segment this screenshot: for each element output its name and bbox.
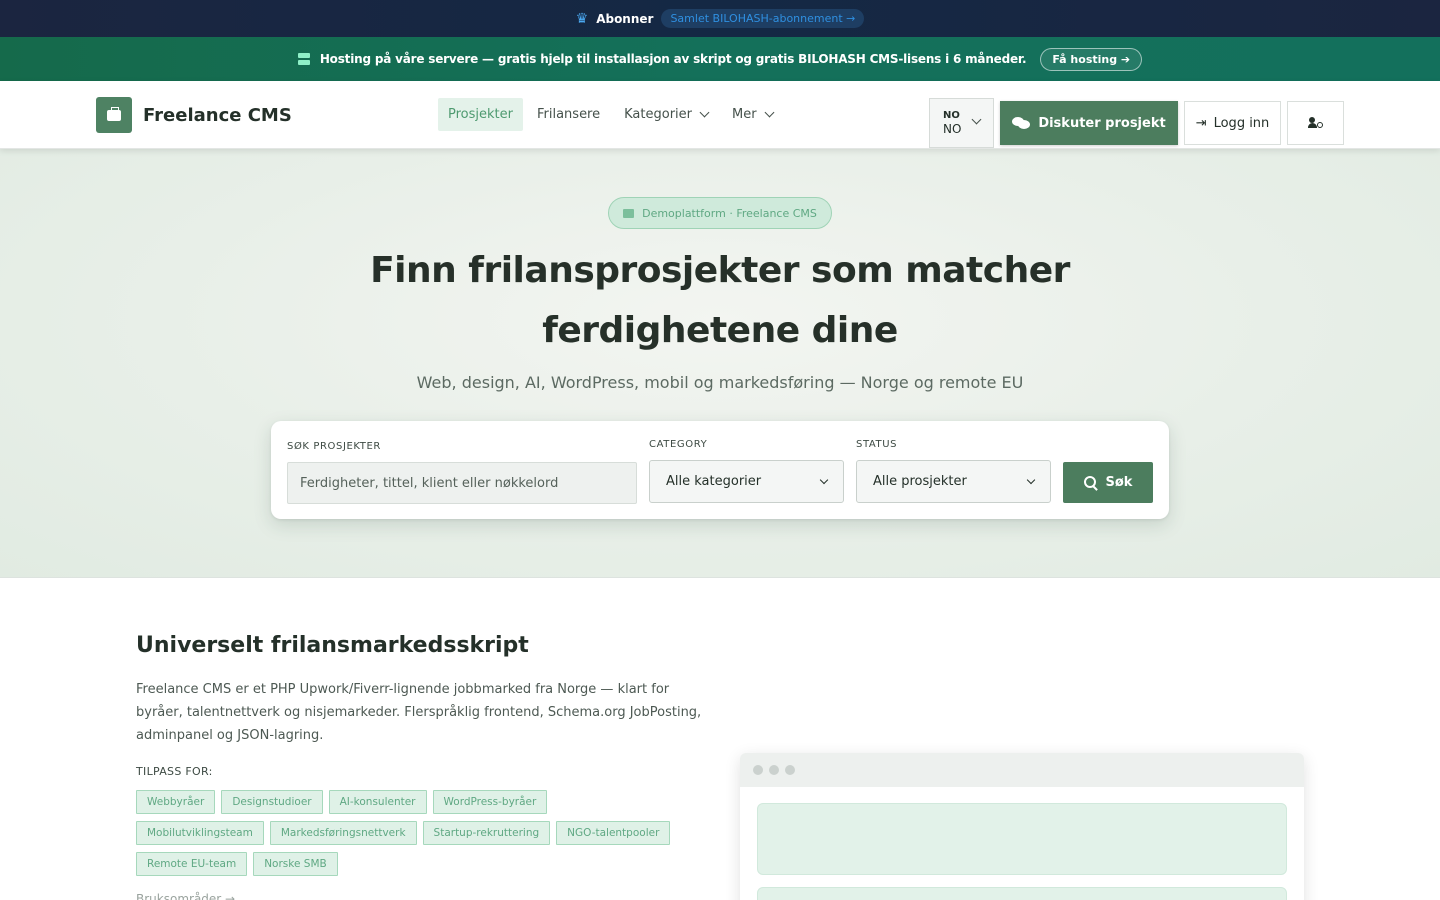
browser-mockup [740,753,1304,900]
subscribe-label: Abonner [596,11,654,26]
search-placeholder: Ferdigheter, tittel, klient eller nøkkel… [300,475,559,491]
chevron-down-icon [1026,475,1036,484]
tag[interactable]: Norske SMB [253,852,338,876]
status-label: STATUS [856,439,898,450]
tag[interactable]: Designstudioer [221,790,323,814]
mockup-placeholder-block [757,887,1287,900]
demo-badge: Demoplattform · Freelance CMS [608,197,832,229]
browser-mockup-bar [740,753,1304,787]
tag[interactable]: Startup-rekruttering [422,821,551,845]
mockup-placeholder-block [757,803,1287,875]
nav-item-frilansere[interactable]: Frilansere [527,98,610,131]
hosting-bar: Hosting på våre servere — gratis hjelp t… [0,37,1440,81]
search-button[interactable]: Søk [1063,462,1153,503]
tag[interactable]: NGO-talentpooler [556,821,671,845]
crown-icon: ♛ [575,10,589,27]
status-select[interactable]: Alle prosjekter [856,460,1051,503]
use-cases-link[interactable]: Bruksområder → [136,892,235,900]
language-code-flag: NO [943,110,960,121]
search-input[interactable]: Ferdigheter, tittel, klient eller nøkkel… [287,462,637,504]
nav-item-label: Mer [732,107,757,122]
chevron-down-icon [764,107,775,118]
tag[interactable]: Remote EU-team [136,852,248,876]
subscription-link[interactable]: Samlet BILOHASH-abonnement → [661,9,865,28]
status-value: Alle prosjekter [873,474,967,489]
nav-item-label: Frilansere [536,107,601,122]
fit-for-label: TILPASS FOR: [136,765,213,778]
subscription-bar: ♛ Abonner Samlet BILOHASH-abonnement → [0,0,1440,37]
category-value: Alle kategorier [666,474,762,489]
get-hosting-button[interactable]: Få hosting ➔ [1040,47,1143,71]
section-description: Freelance CMS er et PHP Upwork/Fiverr-li… [136,682,702,743]
language-selector[interactable]: NO NO [929,98,994,148]
login-label: Logg inn [1213,115,1270,131]
nav-item-kategorier[interactable]: Kategorier [614,98,718,131]
language-code: NO [943,122,962,136]
server-icon [297,53,310,65]
tag[interactable]: WordPress-byråer [432,790,548,814]
brand-name: Freelance CMS [143,104,292,126]
tag[interactable]: Webbyråer [136,790,216,814]
nav-item-label: Prosjekter [448,107,513,122]
hero-title-line-1: Finn frilansprosjekter som matcher [370,250,1070,291]
chevron-down-icon [819,475,829,484]
user-cog-icon [1307,117,1324,129]
chevron-down-icon [699,107,710,118]
search-label: SØK PROSJEKTER [287,441,381,452]
nav-item-label: Kategorier [624,107,692,122]
briefcase-icon [96,97,132,133]
sign-in-icon: ⇥ [1195,115,1207,131]
demo-badge-label: Demoplattform · Freelance CMS [642,206,817,220]
comments-icon [1012,117,1031,129]
about-section: Universelt frilansmarkedsskript Freelanc… [0,578,1440,900]
hosting-text: Hosting på våre servere — gratis hjelp t… [319,52,1027,66]
hero-title: Finn frilansprosjekter som matcher ferdi… [0,241,1440,361]
nav-item-mer[interactable]: Mer [722,98,783,131]
hero-subtitle: Web, design, AI, WordPress, mobil og mar… [416,373,1024,392]
search-form: SØK PROSJEKTER Ferdigheter, tittel, klie… [271,421,1169,519]
section-title: Universelt frilansmarkedsskript [136,633,529,658]
main-navbar: Freelance CMS Prosjekter Frilansere Kate… [0,81,1440,149]
search-icon [1083,475,1098,490]
category-select[interactable]: Alle kategorier [649,460,844,503]
nav-item-prosjekter[interactable]: Prosjekter [438,98,523,131]
tag[interactable]: Markedsføringsnettverk [269,821,417,845]
discuss-project-label: Diskuter prosjekt [1038,115,1166,131]
tag[interactable]: Mobilutviklingsteam [136,821,264,845]
brand-link[interactable]: Freelance CMS [96,97,292,133]
login-button[interactable]: ⇥ Logg inn [1184,101,1281,145]
tag[interactable]: AI-konsulenter [328,790,427,814]
hero-title-line-2: ferdighetene dine [542,310,898,351]
briefcase-icon [623,208,635,218]
register-button[interactable] [1287,101,1344,145]
discuss-project-button[interactable]: Diskuter prosjekt [1000,101,1178,145]
main-menu: Prosjekter Frilansere Kategorier Mer [438,98,783,131]
search-button-label: Søk [1105,475,1133,490]
category-label: CATEGORY [649,439,708,450]
hero-section: Demoplattform · Freelance CMS Finn frila… [0,149,1440,578]
tag-list: Webbyråer Designstudioer AI-konsulenter … [136,790,676,876]
